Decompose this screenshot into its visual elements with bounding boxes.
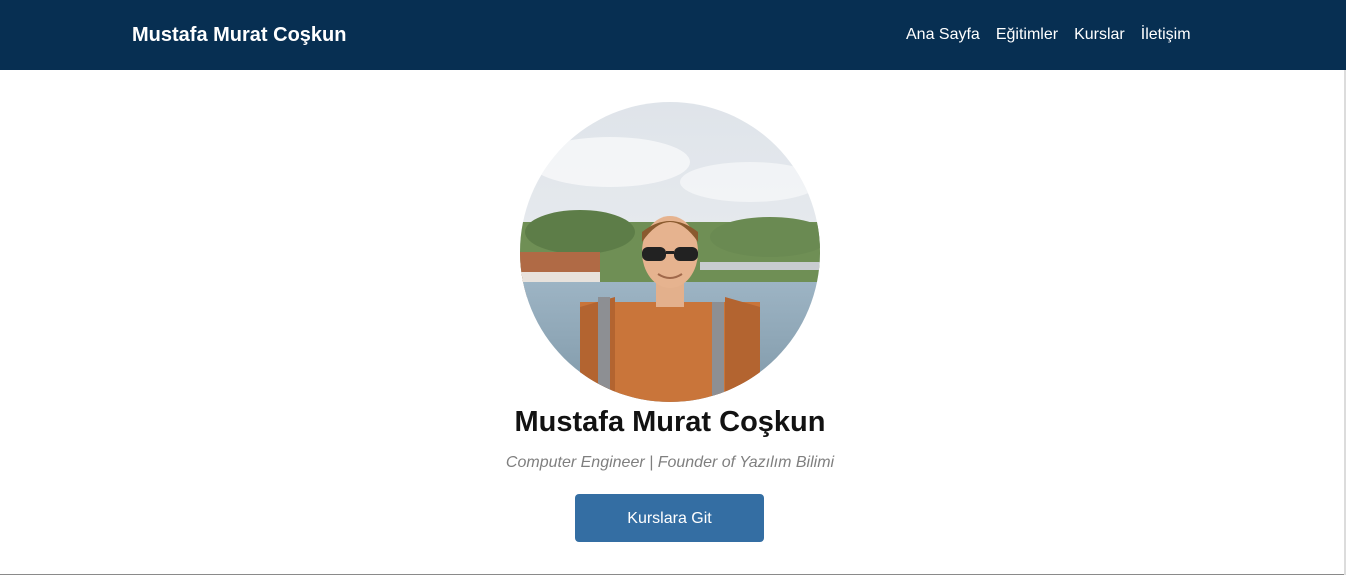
nav-link-egitimler[interactable]: Eğitimler <box>996 22 1058 48</box>
profile-photo-illustration <box>520 102 820 402</box>
nav-links: Ana Sayfa Eğitimler Kurslar İletişim <box>906 22 1191 48</box>
navbar: Mustafa Murat Coşkun Ana Sayfa Eğitimler… <box>0 0 1346 70</box>
page: Mustafa Murat Coşkun Ana Sayfa Eğitimler… <box>0 0 1346 575</box>
hero-section: Mustafa Murat Coşkun Computer Engineer |… <box>0 70 1346 574</box>
brand-link[interactable]: Mustafa Murat Coşkun <box>132 22 346 48</box>
profile-subtitle: Computer Engineer | Founder of Yazılım B… <box>505 454 835 471</box>
nav-link-iletisim[interactable]: İletişim <box>1141 22 1191 48</box>
profile-photo <box>520 102 820 402</box>
kurslara-git-button[interactable]: Kurslara Git <box>575 494 764 542</box>
nav-link-kurslar[interactable]: Kurslar <box>1074 22 1125 48</box>
profile-name: Mustafa Murat Coşkun <box>514 406 826 438</box>
nav-link-ana-sayfa[interactable]: Ana Sayfa <box>906 22 980 48</box>
